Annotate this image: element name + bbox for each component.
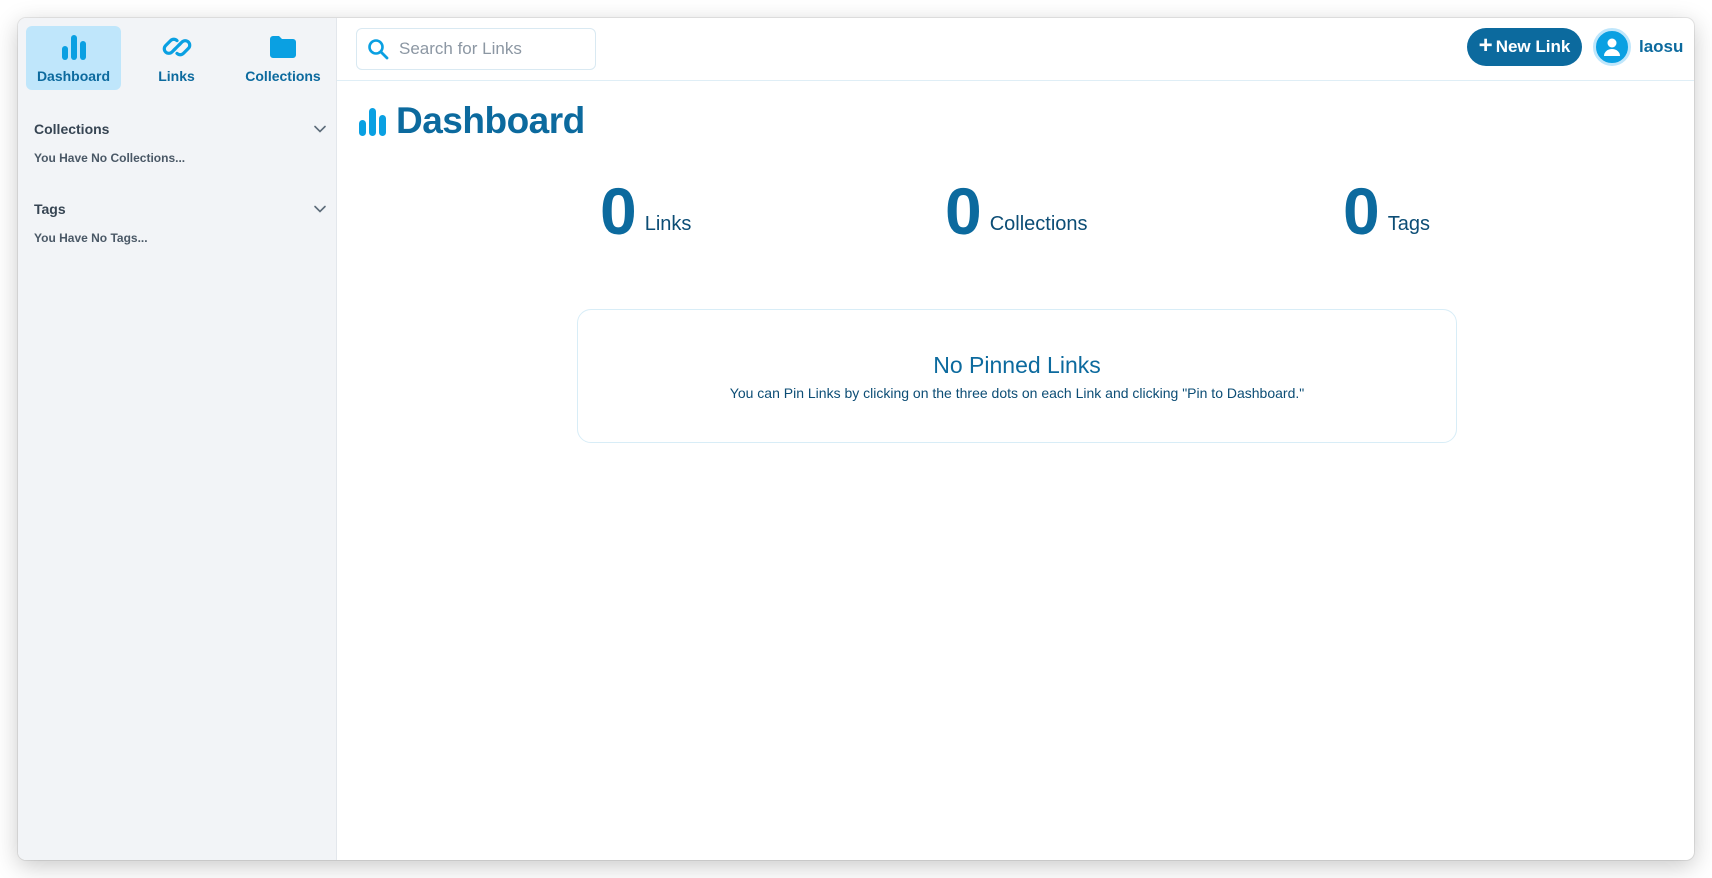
tags-empty-text: You Have No Tags... [34,231,148,245]
stat-tags-label: Tags [1387,213,1430,235]
new-link-button[interactable]: + New Link [1467,28,1582,66]
stat-collections: 0 Collections [945,178,1088,244]
link-icon [162,37,191,57]
tab-collections-label: Collections [245,68,321,84]
search-input[interactable] [399,39,579,59]
app-window: Dashboard Links Collections Collections … [18,18,1694,860]
avatar [1593,28,1631,66]
stat-collections-label: Collections [989,213,1088,235]
collections-section-toggle[interactable]: Collections [18,117,337,141]
tags-section-title: Tags [34,201,66,217]
tab-links-label: Links [158,68,195,84]
search-box[interactable] [356,28,596,70]
tab-dashboard[interactable]: Dashboard [26,26,121,90]
stat-links-count: 0 [600,174,637,248]
folder-icon [270,36,296,58]
stat-links-label: Links [644,213,692,235]
plus-icon: + [1478,32,1493,59]
pinned-empty-subtitle: You can Pin Links by clicking on the thr… [729,384,1305,401]
collections-empty-text: You Have No Collections... [34,151,186,165]
collections-section: Collections You Have No Collections... [18,117,337,165]
chevron-down-icon [314,125,326,133]
tab-collections[interactable]: Collections [232,26,334,90]
collections-section-title: Collections [34,121,110,137]
user-icon [1604,38,1620,56]
stat-links: 0 Links [600,178,691,244]
user-menu[interactable]: laosu [1593,28,1683,66]
sidebar: Dashboard Links Collections Collections … [18,18,337,860]
new-link-label: New Link [1495,37,1571,56]
nav-tabs: Dashboard Links Collections [26,26,342,90]
page-title: Dashboard [396,100,585,141]
page-header: Dashboard [358,100,585,142]
username: laosu [1639,37,1684,56]
stat-tags-count: 0 [1343,174,1380,248]
tab-dashboard-label: Dashboard [36,68,111,84]
tags-section: Tags You Have No Tags... [18,197,337,245]
chart-bar-icon [61,35,86,60]
chevron-down-icon [314,205,326,213]
tags-section-toggle[interactable]: Tags [18,197,337,221]
pinned-empty-title: No Pinned Links [933,351,1101,378]
stat-collections-count: 0 [945,174,982,248]
chart-bar-icon [359,108,386,136]
tab-links[interactable]: Links [129,26,224,90]
pinned-links-panel: No Pinned Links You can Pin Links by cli… [577,309,1457,443]
stat-tags: 0 Tags [1343,178,1430,244]
search-icon [368,39,389,60]
